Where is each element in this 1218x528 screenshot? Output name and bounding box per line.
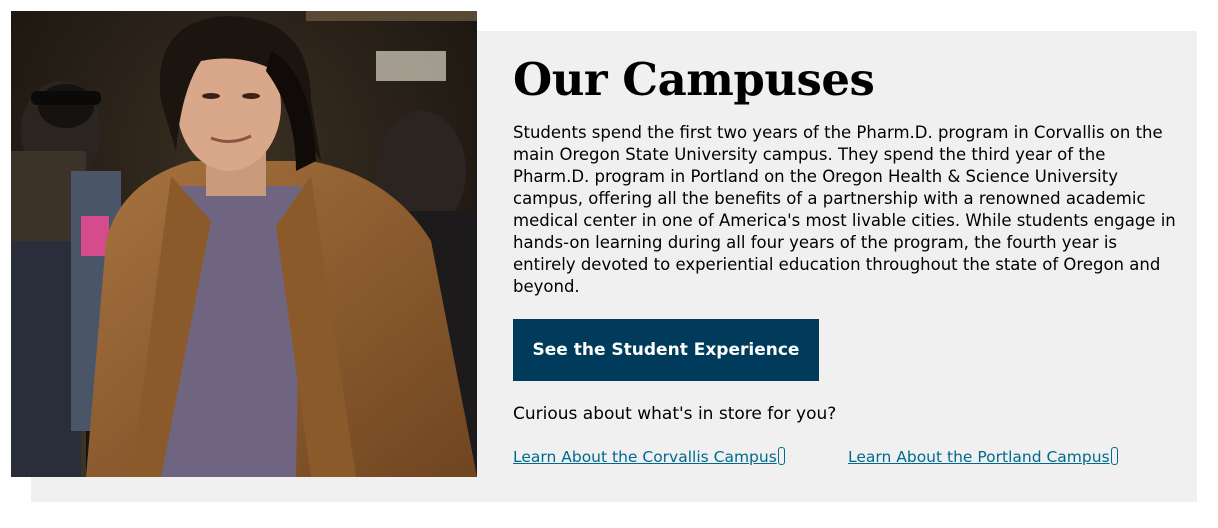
portland-campus-link[interactable]: Learn About the Portland Campus — [848, 446, 1118, 468]
section-title: Our Campuses — [513, 53, 875, 106]
portland-link-label: Learn About the Portland Campus — [848, 448, 1110, 466]
corvallis-campus-link[interactable]: Learn About the Corvallis Campus — [513, 446, 785, 468]
external-link-icon — [777, 447, 785, 465]
corvallis-link-label: Learn About the Corvallis Campus — [513, 448, 777, 466]
program-description: Students spend the first two years of th… — [513, 123, 1176, 296]
curious-prompt: Curious about what's in store for you? — [513, 404, 837, 424]
campuses-content: Our Campuses Students spend the first tw… — [513, 52, 1183, 470]
campus-photo — [11, 11, 477, 477]
external-link-icon — [1110, 447, 1118, 465]
student-experience-button[interactable]: See the Student Experience — [513, 319, 819, 381]
campuses-section: Our Campuses Students spend the first tw… — [0, 0, 1218, 528]
campus-links: Learn About the Corvallis Campus Learn A… — [513, 446, 1183, 470]
